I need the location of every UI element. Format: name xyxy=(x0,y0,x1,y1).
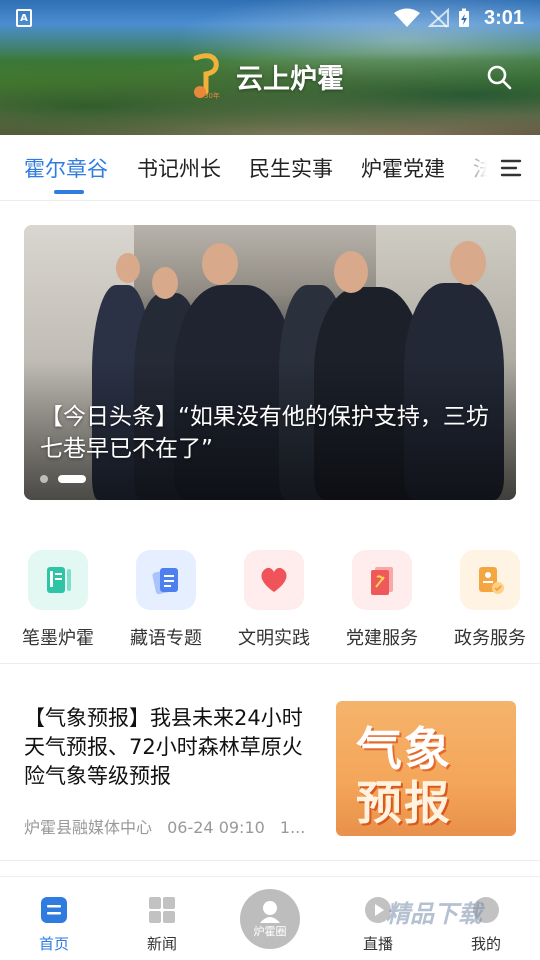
news-thumbnail[interactable]: 气象 预报 xyxy=(336,701,516,836)
section-divider xyxy=(0,860,540,861)
tab-minshengshishi[interactable]: 民生实事 xyxy=(249,153,333,183)
entry-label: 党建服务 xyxy=(346,628,418,649)
app-brand: 30年 云上炉霍 xyxy=(186,52,344,100)
photo-figure xyxy=(116,253,140,283)
party-book-icon xyxy=(352,550,412,610)
government-badge-icon xyxy=(460,550,520,610)
signal-icon xyxy=(427,8,449,28)
document-icon xyxy=(136,550,196,610)
section-divider xyxy=(0,663,540,664)
news-extra: 1... xyxy=(279,818,306,837)
nav-label: 首页 xyxy=(38,935,69,953)
tab-luhuodangjian[interactable]: 炉霍党建 xyxy=(361,153,445,183)
nav-label: 炉霍圈 xyxy=(253,925,287,938)
entry-label: 文明实践 xyxy=(238,628,310,649)
tabs-fade xyxy=(455,135,495,197)
search-icon[interactable] xyxy=(486,64,512,90)
app-logo-icon: 30年 xyxy=(193,53,220,100)
nav-home[interactable]: 首页 xyxy=(14,895,94,954)
nav-community[interactable]: 炉霍圈 xyxy=(240,889,300,949)
entry-wenming-shijian[interactable]: 文明实践 xyxy=(220,550,328,650)
wifi-icon xyxy=(393,8,420,27)
photo-figure xyxy=(334,251,368,293)
nav-label: 新闻 xyxy=(146,935,177,953)
header-banner: A 3:01 30年 云上炉霍 xyxy=(0,0,540,135)
news-time: 06-24 09:10 xyxy=(167,818,265,837)
home-icon xyxy=(41,897,67,923)
entry-zhengwu-fuwu[interactable]: 政务服务 xyxy=(436,550,540,650)
notebook-icon xyxy=(28,550,88,610)
community-icon xyxy=(260,901,280,923)
active-tab-indicator xyxy=(54,190,84,194)
photo-figure xyxy=(450,241,486,285)
thumbnail-text: 预报 xyxy=(356,776,452,830)
svg-text:30年: 30年 xyxy=(204,91,220,100)
quick-entries: 笔墨炉霍 藏语专题 文明实践 党建服务 政务服务 xyxy=(0,550,540,650)
tab-shujizhouzhang[interactable]: 书记州长 xyxy=(137,153,221,183)
photo-figure xyxy=(152,267,178,299)
watermark: 精品下载 xyxy=(386,900,482,928)
entry-dangjian-fuwu[interactable]: 党建服务 xyxy=(328,550,436,650)
carousel-dot[interactable] xyxy=(40,475,48,483)
news-title[interactable]: 【气象预报】我县未来24小时天气预报、72小时森林草原火险气象等级预报 xyxy=(24,704,314,791)
carousel-dot-active[interactable] xyxy=(58,475,86,483)
banner-headline[interactable]: 【今日头条】“如果没有他的保护支持，三坊七巷早已不在了” xyxy=(40,401,500,465)
sim-card-icon: A xyxy=(16,9,32,27)
entry-label: 政务服务 xyxy=(454,628,526,649)
channel-menu-icon[interactable] xyxy=(500,158,522,178)
app-title: 云上炉霍 xyxy=(236,63,344,95)
entry-zangyu-zhuanti[interactable]: 藏语专题 xyxy=(112,550,220,650)
nav-news[interactable]: 新闻 xyxy=(122,895,202,954)
news-item[interactable]: 【气象预报】我县未来24小时天气预报、72小时森林草原火险气象等级预报 炉霍县融… xyxy=(0,680,540,860)
entry-label: 藏语专题 xyxy=(130,628,202,649)
grid-icon xyxy=(149,897,175,923)
entry-label: 笔墨炉霍 xyxy=(22,628,94,649)
tab-huoerzhanggu[interactable]: 霍尔章谷 xyxy=(24,153,108,183)
photo-figure xyxy=(202,243,238,285)
status-time: 3:01 xyxy=(483,6,524,29)
news-source: 炉霍县融媒体中心 xyxy=(24,818,153,837)
channel-tabs: 霍尔章谷 书记州长 民生实事 炉霍党建 法 xyxy=(0,135,540,201)
carousel-indicator xyxy=(40,475,86,483)
status-bar: A 3:01 xyxy=(0,0,540,36)
headline-carousel[interactable]: 【今日头条】“如果没有他的保护支持，三坊七巷早已不在了” xyxy=(24,225,516,500)
news-meta: 炉霍县融媒体中心 06-24 09:10 1... xyxy=(24,814,314,838)
heart-icon xyxy=(244,550,304,610)
entry-bimo-luhuo[interactable]: 笔墨炉霍 xyxy=(4,550,112,650)
battery-charging-icon xyxy=(458,8,469,27)
